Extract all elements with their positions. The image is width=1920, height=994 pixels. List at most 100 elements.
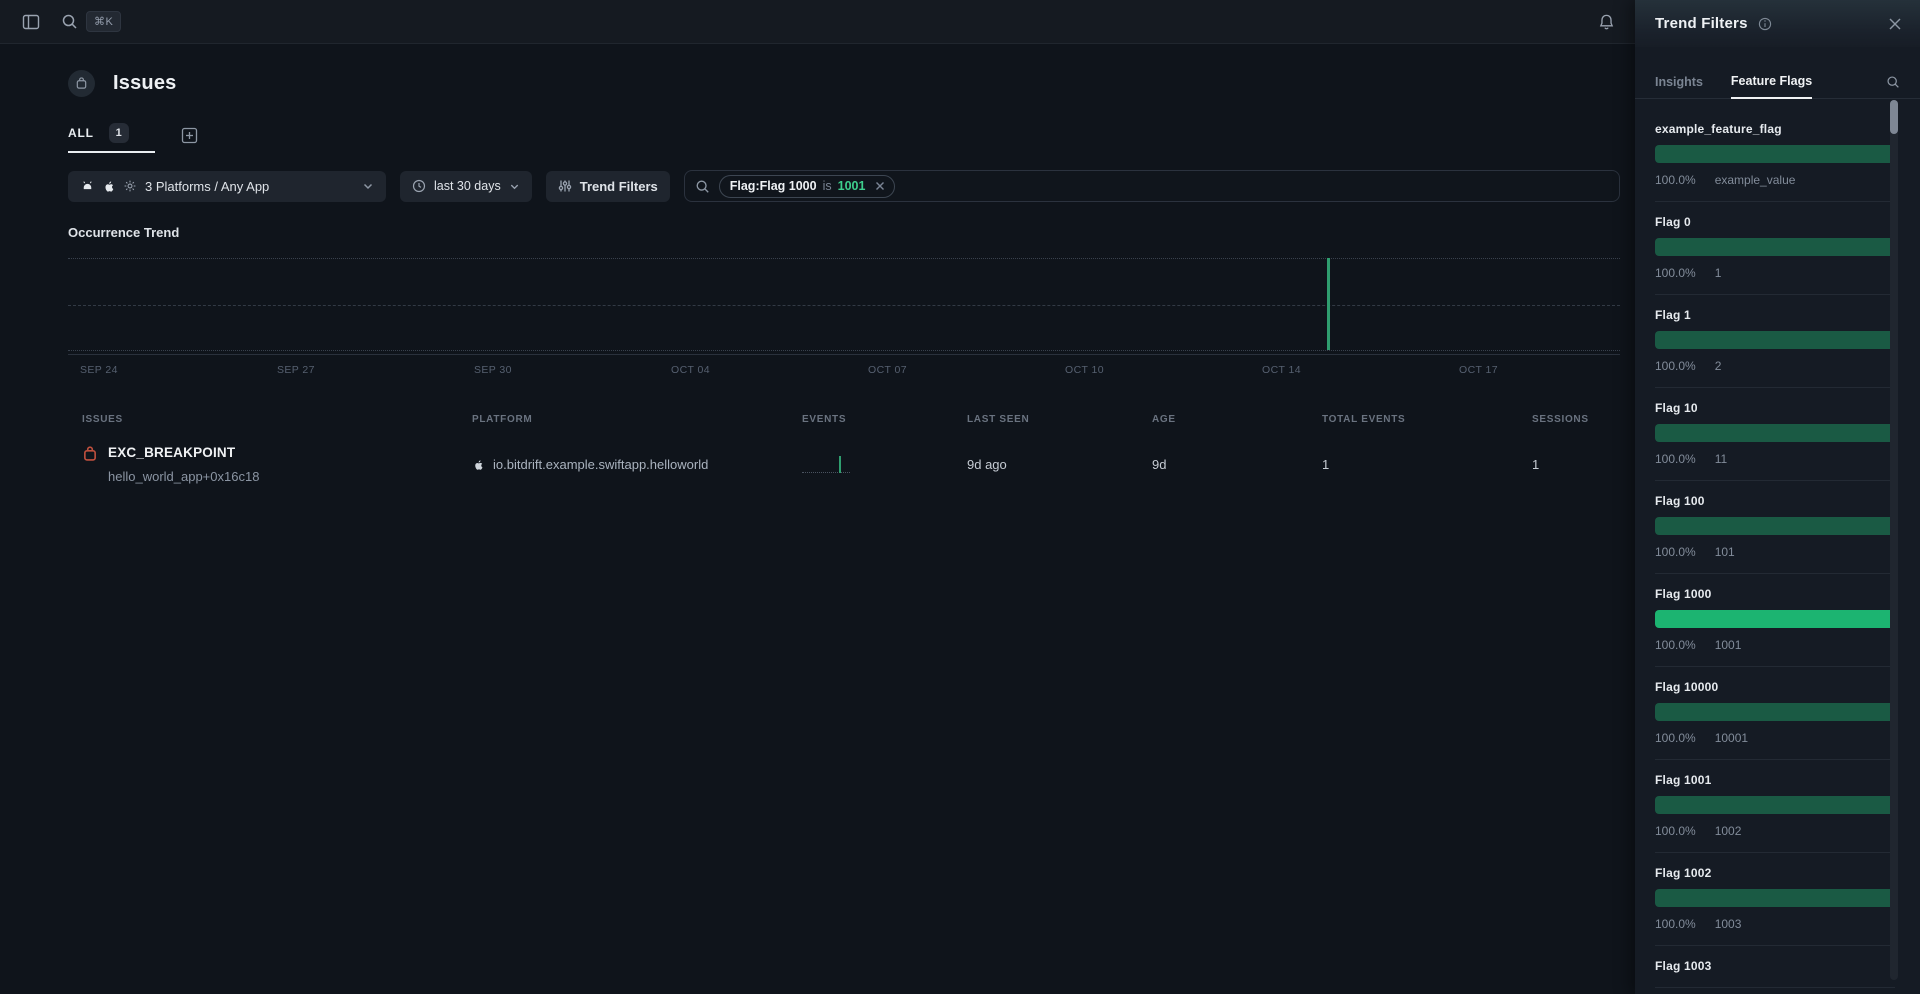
flag-value: 101: [1715, 545, 1735, 559]
platform-filter-dropdown[interactable]: 3 Platforms / Any App: [68, 171, 386, 202]
flag-percent: 100.0%: [1655, 359, 1696, 373]
x-tick-label: SEP 27: [277, 364, 315, 376]
flag-value: 1: [1715, 266, 1722, 280]
issue-cell: EXC_BREAKPOINT hello_world_app+0x16c18: [68, 445, 458, 484]
flag-name: Flag 10000: [1655, 680, 1895, 694]
flag-percent: 100.0%: [1655, 173, 1696, 187]
flag-name: Flag 1000: [1655, 587, 1895, 601]
flag-meta: 100.0% 1003: [1655, 917, 1895, 931]
flag-name: Flag 1001: [1655, 773, 1895, 787]
feature-flag-entry[interactable]: Flag 0 100.0% 1: [1655, 202, 1895, 295]
issues-search-input[interactable]: Flag:Flag 1000 is 1001: [684, 170, 1620, 202]
top-bar: ⌘K: [0, 0, 1635, 44]
app-root: ⌘K Issues: [0, 0, 1920, 994]
panel-search-button[interactable]: [1886, 75, 1900, 98]
column-header: TOTAL EVENTS: [1308, 414, 1518, 425]
table-row[interactable]: EXC_BREAKPOINT hello_world_app+0x16c18 i…: [68, 445, 1620, 484]
flag-value: 1002: [1715, 824, 1742, 838]
android-icon: [80, 179, 95, 194]
panel-tabs: Insights Feature Flags: [1635, 61, 1920, 99]
event-spike-bar: [1327, 258, 1330, 350]
chart-x-axis: SEP 24SEP 27SEP 30OCT 04OCT 07OCT 10OCT …: [68, 364, 1620, 378]
crash-bug-icon: [82, 446, 98, 484]
column-header: ISSUES: [68, 414, 458, 425]
chip-value: 1001: [838, 179, 866, 193]
feature-flag-entry[interactable]: Flag 100 100.0% 101: [1655, 481, 1895, 574]
flag-meta: 100.0% 101: [1655, 545, 1895, 559]
flag-meta: 100.0% 1002: [1655, 824, 1895, 838]
chip-remove-button[interactable]: [875, 181, 885, 191]
plus-square-icon: [181, 127, 198, 144]
flag-meta: 100.0% 10001: [1655, 731, 1895, 745]
issue-tabs: ALL 1: [68, 125, 1620, 151]
feature-flag-entry[interactable]: Flag 1002 100.0% 1003: [1655, 853, 1895, 946]
column-header: AGE: [1138, 414, 1308, 425]
flag-name: Flag 1003: [1655, 959, 1895, 973]
gear-platform-icon: [123, 179, 137, 193]
chevron-down-icon: [509, 181, 520, 192]
platform-filter-label: 3 Platforms / Any App: [145, 179, 269, 194]
flag-distribution-bar: [1655, 610, 1895, 628]
age-cell: 9d: [1138, 457, 1308, 472]
chart-title: Occurrence Trend: [68, 225, 1620, 240]
feature-flag-entry[interactable]: Flag 10000 100.0% 10001: [1655, 667, 1895, 760]
tab-feature-flags[interactable]: Feature Flags: [1731, 74, 1812, 99]
issues-page-icon: [68, 70, 95, 97]
flag-name: Flag 10: [1655, 401, 1895, 415]
flag-value: 11: [1715, 452, 1727, 466]
flag-name: Flag 1002: [1655, 866, 1895, 880]
column-header: PLATFORM: [458, 414, 788, 425]
flag-percent: 100.0%: [1655, 731, 1696, 745]
search-icon: [695, 179, 710, 194]
bell-icon: [1598, 13, 1615, 31]
flag-value: example_value: [1715, 173, 1796, 187]
flag-name: example_feature_flag: [1655, 122, 1895, 136]
panel-scrollbar[interactable]: [1890, 100, 1898, 980]
column-header: SESSIONS: [1518, 414, 1620, 425]
flag-distribution-bar: [1655, 331, 1895, 349]
flag-distribution-bar: [1655, 796, 1895, 814]
feature-flag-entry[interactable]: Flag 1003: [1655, 946, 1895, 988]
gridline-mid: [68, 305, 1620, 306]
flag-distribution-bar: [1655, 238, 1895, 256]
clock-icon: [412, 179, 426, 193]
sidebar-toggle-button[interactable]: [16, 7, 46, 37]
time-range-label: last 30 days: [434, 179, 501, 193]
search-icon: [61, 13, 78, 30]
time-range-dropdown[interactable]: last 30 days: [400, 171, 532, 202]
filter-chip-flag-1000[interactable]: Flag:Flag 1000 is 1001: [719, 175, 896, 198]
feature-flag-entry[interactable]: Flag 10 100.0% 11: [1655, 388, 1895, 481]
scrollbar-thumb[interactable]: [1890, 100, 1898, 134]
global-search-button[interactable]: [54, 7, 84, 37]
flag-name: Flag 1: [1655, 308, 1895, 322]
sessions-cell: 1: [1518, 457, 1620, 472]
flag-distribution-bar: [1655, 145, 1895, 163]
flag-name: Flag 100: [1655, 494, 1895, 508]
trend-filters-label: Trend Filters: [580, 179, 658, 194]
flag-distribution-bar: [1655, 703, 1895, 721]
tab-all-count-badge: 1: [109, 123, 129, 143]
x-tick-label: SEP 24: [80, 364, 118, 376]
page-title: Issues: [113, 72, 176, 95]
close-icon[interactable]: [1888, 17, 1902, 31]
feature-flag-entry[interactable]: Flag 1000 100.0% 1001: [1655, 574, 1895, 667]
feature-flag-entry[interactable]: example_feature_flag 100.0% example_valu…: [1655, 109, 1895, 202]
flag-distribution-bar: [1655, 424, 1895, 442]
notifications-button[interactable]: [1591, 7, 1621, 37]
chevron-down-icon: [362, 180, 374, 192]
flag-value: 10001: [1715, 731, 1748, 745]
tab-insights[interactable]: Insights: [1655, 75, 1703, 98]
gridline-bottom: [68, 350, 1620, 351]
flag-percent: 100.0%: [1655, 545, 1696, 559]
add-tab-button[interactable]: [181, 126, 199, 144]
feature-flag-entry[interactable]: Flag 1001 100.0% 1002: [1655, 760, 1895, 853]
info-icon[interactable]: [1758, 17, 1772, 31]
chip-operator: is: [823, 179, 832, 193]
x-tick-label: SEP 30: [474, 364, 512, 376]
trend-filters-button[interactable]: Trend Filters: [546, 171, 670, 202]
feature-flag-entry[interactable]: Flag 1 100.0% 2: [1655, 295, 1895, 388]
trend-filters-panel: Trend Filters Insights Feature Flags: [1635, 0, 1920, 994]
sliders-icon: [558, 179, 572, 193]
tab-all[interactable]: ALL 1: [68, 123, 155, 153]
platform-cell: io.bitdrift.example.swiftapp.helloworld: [458, 457, 788, 472]
